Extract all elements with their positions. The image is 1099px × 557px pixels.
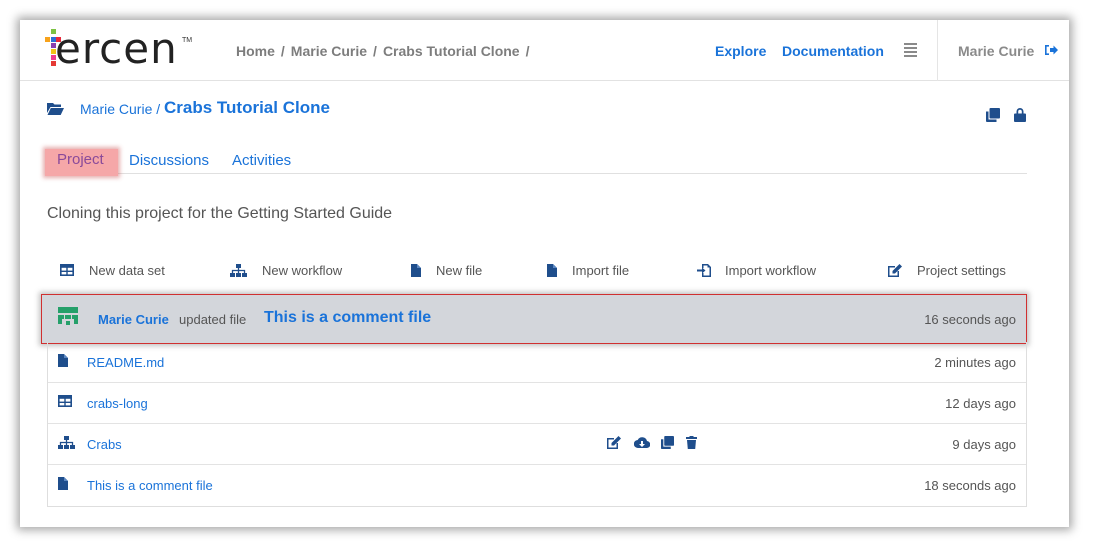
folder-open-icon (47, 103, 64, 115)
breadcrumb-user[interactable]: Marie Curie (291, 43, 367, 59)
toolbar-label: Import workflow (725, 263, 817, 278)
file-time: 9 days ago (952, 437, 1016, 452)
logo-wordmark: ercen (55, 24, 178, 73)
file-icon (411, 264, 421, 277)
file-time: 18 seconds ago (924, 478, 1016, 493)
activity-verb: updated file (179, 312, 247, 327)
edit-icon (888, 264, 902, 277)
breadcrumb: Home / Marie Curie / Crabs Tutorial Clone / (236, 43, 535, 59)
file-name[interactable]: Crabs (87, 437, 122, 452)
tab-activities[interactable]: Activities (232, 152, 291, 169)
user-menu[interactable]: Marie Curie (958, 43, 1034, 59)
cloud-download-icon[interactable] (633, 436, 651, 454)
file-list: README.md 2 minutes ago crabs-long 12 da… (47, 342, 1027, 507)
file-name[interactable]: This is a comment file (87, 478, 213, 493)
import-icon (697, 264, 711, 277)
divider (937, 20, 938, 81)
toolbar-label: New data set (89, 263, 165, 278)
menu-icon[interactable] (904, 43, 917, 57)
activity-time: 16 seconds ago (924, 312, 1016, 327)
table-icon (58, 395, 72, 407)
toolbar-label: Import file (572, 263, 630, 278)
list-item[interactable]: README.md 2 minutes ago (48, 342, 1026, 383)
user-avatar-icon (58, 307, 78, 325)
breadcrumb-separator: / (373, 43, 377, 59)
project-owner-link[interactable]: Marie Curie / (80, 101, 160, 117)
breadcrumb-home[interactable]: Home (236, 43, 275, 59)
toolbar-label: Project settings (917, 263, 1006, 278)
tercen-logo[interactable]: ercen TM (45, 24, 195, 75)
tab-project[interactable]: Project (45, 149, 118, 176)
explore-link[interactable]: Explore (715, 43, 766, 59)
table-icon (60, 264, 74, 276)
sitemap-icon (230, 264, 247, 277)
file-icon (547, 264, 557, 277)
top-bar: ercen TM Home / Marie Curie / Crabs Tutorial… (20, 20, 1069, 81)
list-item[interactable]: This is a comment file 18 seconds ago (48, 465, 1026, 506)
project-tabs: Project Discussions Activities (45, 149, 1027, 176)
project-description: Cloning this project for the Getting Sta… (47, 205, 393, 222)
clone-icon[interactable] (986, 108, 1000, 122)
breadcrumb-separator: / (525, 43, 530, 59)
file-name[interactable]: crabs-long (87, 396, 148, 411)
documentation-link[interactable]: Documentation (782, 43, 884, 59)
list-item[interactable]: Crabs 9 days ago (48, 424, 1026, 465)
file-icon (58, 477, 68, 490)
project-title[interactable]: Crabs Tutorial Clone (164, 98, 330, 118)
file-name[interactable]: README.md (87, 355, 164, 370)
app-window: ercen TM Home / Marie Curie / Crabs Tutorial… (20, 20, 1069, 527)
breadcrumb-separator: / (280, 43, 285, 59)
trash-icon[interactable] (686, 436, 697, 454)
breadcrumb-project[interactable]: Crabs Tutorial Clone (383, 43, 520, 59)
file-time: 12 days ago (945, 396, 1016, 411)
latest-activity[interactable]: Marie Curie updated file This is a comme… (41, 294, 1027, 344)
tab-discussions[interactable]: Discussions (129, 152, 209, 169)
toolbar-label: New workflow (262, 263, 343, 278)
activity-user[interactable]: Marie Curie (98, 312, 169, 327)
file-icon (58, 354, 68, 367)
toolbar-label: New file (436, 263, 483, 278)
activity-object[interactable]: This is a comment file (264, 309, 431, 327)
list-item[interactable]: crabs-long 12 days ago (48, 383, 1026, 424)
sitemap-icon (58, 436, 75, 449)
lock-icon[interactable] (1014, 107, 1026, 122)
sign-out-icon[interactable] (1044, 44, 1058, 56)
logo-trademark: TM (182, 37, 193, 44)
file-time: 2 minutes ago (934, 355, 1016, 370)
clone-icon[interactable] (661, 436, 674, 454)
edit-icon[interactable] (607, 436, 621, 454)
